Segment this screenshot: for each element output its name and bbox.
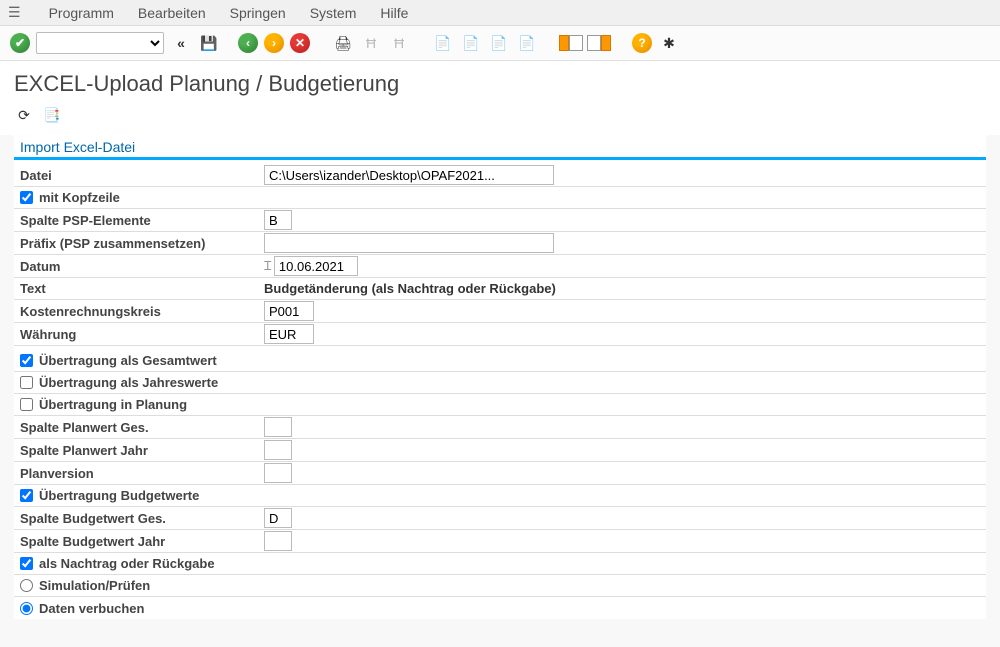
value-text: Budgetänderung (als Nachtrag oder Rückga… <box>264 281 556 296</box>
row-spalte-plan-jahr: Spalte Planwert Jahr <box>14 439 986 462</box>
label-waehrung: Währung <box>14 327 264 342</box>
row-als-nachtrag: als Nachtrag oder Rückgabe <box>14 553 986 575</box>
label-uebertrag-budget: Übertragung Budgetwerte <box>39 488 199 503</box>
input-planversion[interactable] <box>264 463 292 483</box>
input-spalte-budget-jahr[interactable] <box>264 531 292 551</box>
input-spalte-plan-ges[interactable] <box>264 417 292 437</box>
group-header: Import Excel-Datei <box>14 135 986 160</box>
back-icon[interactable]: « <box>170 32 192 54</box>
menu-system[interactable]: System <box>310 5 357 21</box>
radio-verbuchen[interactable] <box>20 602 33 615</box>
menubar: ☰ Programm Bearbeiten Springen System Hi… <box>0 0 1000 26</box>
row-datei: Datei <box>14 164 986 187</box>
input-kostenrk[interactable] <box>264 301 314 321</box>
page-first-icon: 📄 <box>432 32 454 54</box>
check-uebertrag-budget[interactable] <box>20 489 33 502</box>
label-datei: Datei <box>14 168 264 183</box>
label-text: Text <box>14 281 264 296</box>
settings-icon[interactable]: ✱ <box>658 32 680 54</box>
row-kostenrk: Kostenrechnungskreis <box>14 300 986 323</box>
row-verbuchen: Daten verbuchen <box>14 597 986 619</box>
text-cursor-icon: Ꮖ <box>264 259 272 274</box>
menu-bearbeiten[interactable]: Bearbeiten <box>138 5 206 21</box>
input-spalte-budget-ges[interactable] <box>264 508 292 528</box>
input-spalte-plan-jahr[interactable] <box>264 440 292 460</box>
check-mit-kopfzeile[interactable] <box>20 191 33 204</box>
input-datum[interactable] <box>274 256 358 276</box>
main-toolbar: ✔ « 💾 ‹ › ✕ 🖨 Ħ Ħ 📄 📄 📄 📄 ? ✱ <box>0 26 1000 61</box>
execute-icon[interactable]: ⟳ <box>14 105 34 125</box>
page-last-icon: 📄 <box>516 32 538 54</box>
label-planversion: Planversion <box>14 466 264 481</box>
content-area: Import Excel-Datei Datei mit Kopfzeile S… <box>14 135 986 619</box>
row-spalte-plan-ges: Spalte Planwert Ges. <box>14 416 986 439</box>
menu-programm[interactable]: Programm <box>49 5 114 21</box>
page-title: EXCEL-Upload Planung / Budgetierung <box>0 61 1000 101</box>
row-praefix: Präfix (PSP zusammensetzen) <box>14 232 986 255</box>
nav-exit-button[interactable]: › <box>264 33 284 53</box>
input-datei[interactable] <box>264 165 554 185</box>
label-uebertrag-gesamt: Übertragung als Gesamtwert <box>39 353 217 368</box>
check-als-nachtrag[interactable] <box>20 557 33 570</box>
layout-icon[interactable] <box>588 32 610 54</box>
input-waehrung[interactable] <box>264 324 314 344</box>
label-uebertrag-jahr: Übertragung als Jahreswerte <box>39 375 218 390</box>
label-kostenrk: Kostenrechnungskreis <box>14 304 264 319</box>
page-prev-icon: 📄 <box>460 32 482 54</box>
label-als-nachtrag: als Nachtrag oder Rückgabe <box>39 556 215 571</box>
label-spalte-plan-ges: Spalte Planwert Ges. <box>14 420 264 435</box>
row-uebertrag-gesamt: Übertragung als Gesamtwert <box>14 350 986 372</box>
row-uebertrag-plan: Übertragung in Planung <box>14 394 986 416</box>
row-simulation: Simulation/Prüfen <box>14 575 986 597</box>
transaction-combo[interactable] <box>36 32 164 54</box>
row-uebertrag-jahr: Übertragung als Jahreswerte <box>14 372 986 394</box>
row-mit-kopfzeile: mit Kopfzeile <box>14 187 986 209</box>
label-spalte-budget-ges: Spalte Budgetwert Ges. <box>14 511 264 526</box>
label-spalte-plan-jahr: Spalte Planwert Jahr <box>14 443 264 458</box>
menu-hilfe[interactable]: Hilfe <box>380 5 408 21</box>
label-datum: Datum <box>14 259 264 274</box>
row-datum: Datum Ꮖ <box>14 255 986 278</box>
label-mit-kopfzeile: mit Kopfzeile <box>39 190 120 205</box>
variant-icon[interactable]: 📑 <box>42 105 62 125</box>
find-icon: Ħ <box>360 32 382 54</box>
row-spalte-psp: Spalte PSP-Elemente <box>14 209 986 232</box>
check-uebertrag-jahr[interactable] <box>20 376 33 389</box>
help-button[interactable]: ? <box>632 33 652 53</box>
row-planversion: Planversion <box>14 462 986 485</box>
row-waehrung: Währung <box>14 323 986 346</box>
check-uebertrag-gesamt[interactable] <box>20 354 33 367</box>
input-praefix[interactable] <box>264 233 554 253</box>
page-next-icon: 📄 <box>488 32 510 54</box>
row-text: Text Budgetänderung (als Nachtrag oder R… <box>14 278 986 300</box>
save-icon[interactable]: 💾 <box>198 32 220 54</box>
label-simulation: Simulation/Prüfen <box>39 578 150 593</box>
label-uebertrag-plan: Übertragung in Planung <box>39 397 187 412</box>
sub-toolbar: ⟳ 📑 <box>0 101 1000 135</box>
menu-springen[interactable]: Springen <box>230 5 286 21</box>
print-icon[interactable]: 🖨 <box>332 32 354 54</box>
radio-simulation[interactable] <box>20 579 33 592</box>
nav-back-button[interactable]: ‹ <box>238 33 258 53</box>
label-verbuchen: Daten verbuchen <box>39 601 144 616</box>
row-spalte-budget-ges: Spalte Budgetwert Ges. <box>14 507 986 530</box>
label-spalte-budget-jahr: Spalte Budgetwert Jahr <box>14 534 264 549</box>
app-menu-icon[interactable]: ☰ <box>8 4 21 21</box>
row-spalte-budget-jahr: Spalte Budgetwert Jahr <box>14 530 986 553</box>
enter-button[interactable]: ✔ <box>10 33 30 53</box>
input-spalte-psp[interactable] <box>264 210 292 230</box>
check-uebertrag-plan[interactable] <box>20 398 33 411</box>
label-spalte-psp: Spalte PSP-Elemente <box>14 213 264 228</box>
new-session-icon[interactable] <box>560 32 582 54</box>
cancel-button[interactable]: ✕ <box>290 33 310 53</box>
row-uebertrag-budget: Übertragung Budgetwerte <box>14 485 986 507</box>
label-praefix: Präfix (PSP zusammensetzen) <box>14 236 264 251</box>
find-next-icon: Ħ <box>388 32 410 54</box>
